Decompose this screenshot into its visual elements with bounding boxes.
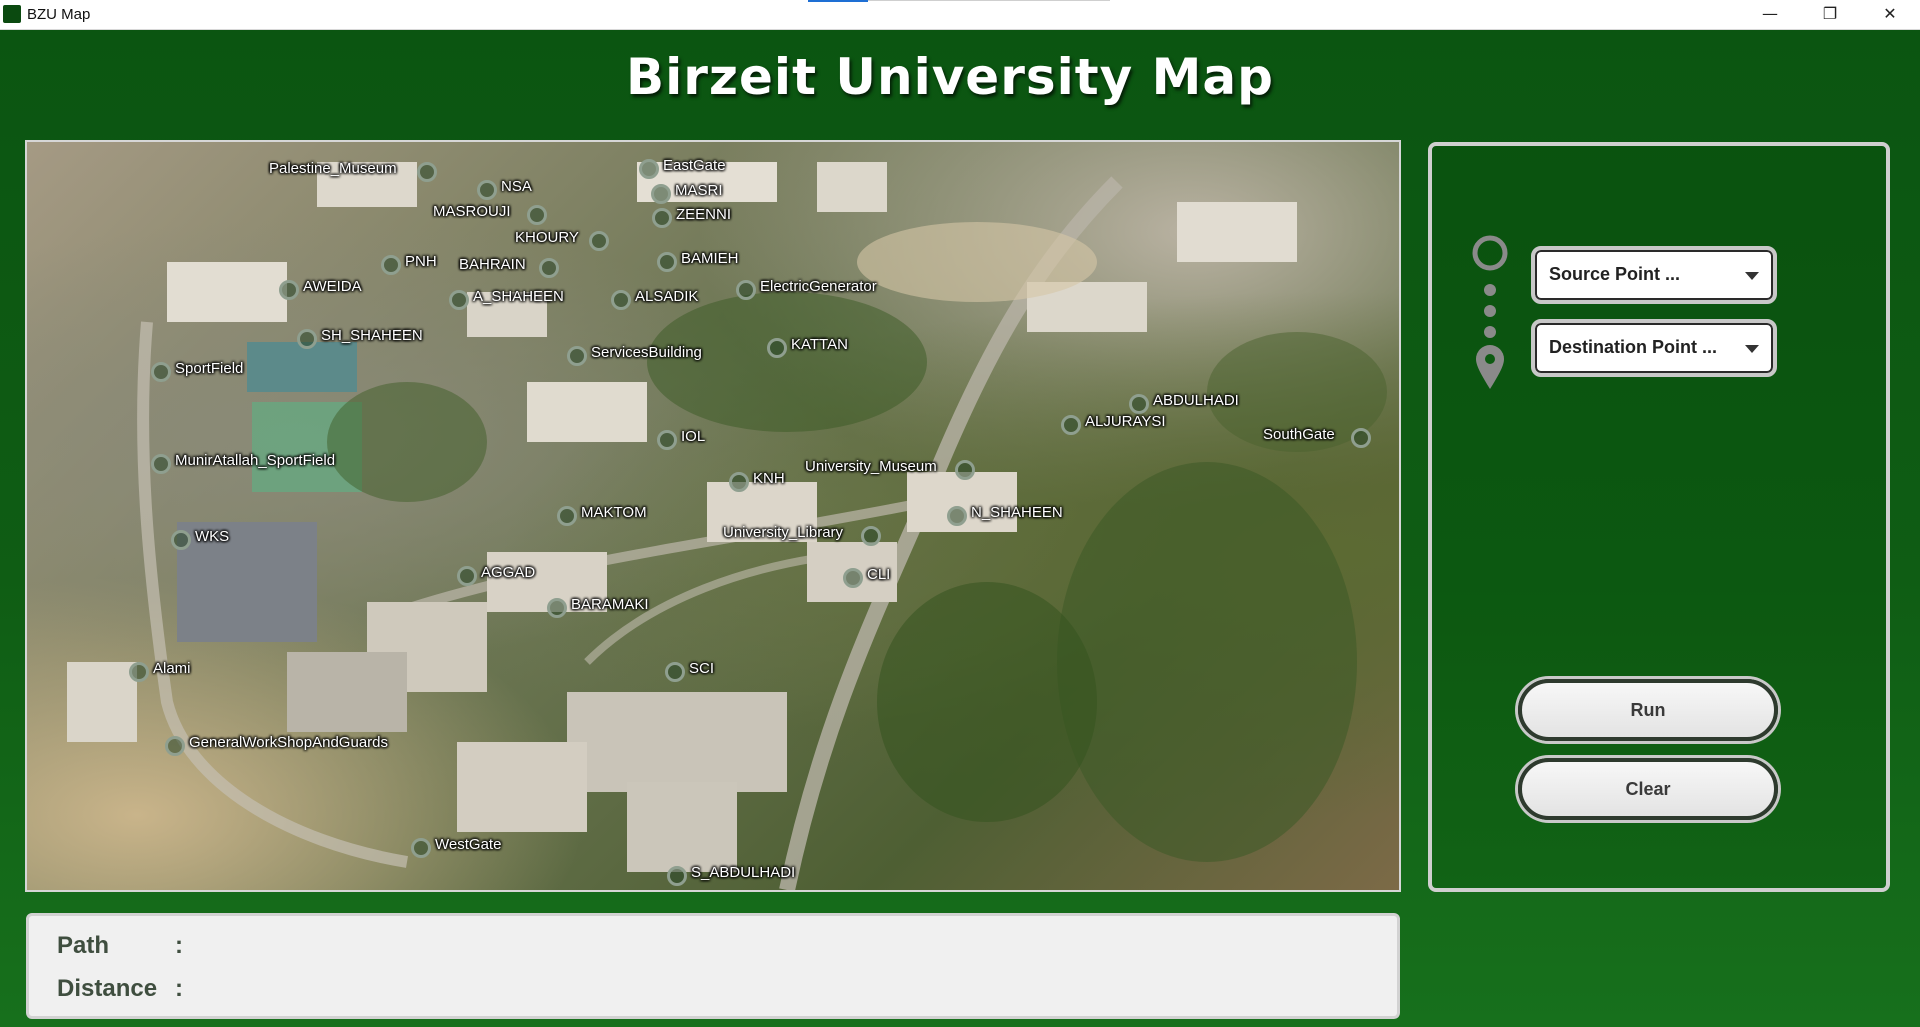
location-pin-icon [736,280,756,300]
location-pin-icon [651,184,671,204]
location-pin-icon [449,290,469,310]
run-button[interactable]: Run [1518,679,1778,741]
location-pin-icon [861,526,881,546]
distance-row: Distance: [57,975,195,1003]
destination-point-placeholder: Destination Point ... [1549,337,1718,357]
location-pin-icon [279,280,299,300]
path-separator: : [175,932,183,959]
location-pin-icon [381,255,401,275]
location-pin-icon [729,472,749,492]
location-pin-icon [955,460,975,480]
path-label: Path [57,932,110,959]
location-pin-icon [767,338,787,358]
window-titlebar: BZU Map — ❐ ✕ [0,0,1920,30]
location-pin-icon [477,180,497,200]
location-pin-icon [1351,428,1371,448]
location-pin-icon [657,430,677,450]
location-pin-icon [171,530,191,550]
location-pin-icon [1061,415,1081,435]
location-pin-icon [165,736,185,756]
route-icon [1472,235,1508,389]
campus-map[interactable]: Palestine_Museum NSA EastGate MASRI MASR… [25,140,1401,892]
titlebar-accent [808,0,868,2]
location-pin-icon [639,159,659,179]
location-pin-icon [539,258,559,278]
titlebar-divider [868,0,1110,1]
clear-button[interactable]: Clear [1518,758,1778,820]
location-pin-icon [611,290,631,310]
location-pin-icon [947,506,967,526]
app-title: Birzeit University Map [626,48,1274,106]
location-pin-icon [652,208,672,228]
location-pin-icon [843,568,863,588]
path-row: Path: [57,932,195,960]
location-pin-icon [457,566,477,586]
location-pin-icon [667,866,687,886]
location-pin-icon [1129,394,1149,414]
location-pin-icon [417,162,437,182]
distance-label: Distance [57,975,158,1002]
location-pin-icon [411,838,431,858]
location-pin-icon [557,506,577,526]
location-pin-icon [151,362,171,382]
location-pin-icon [547,598,567,618]
source-point-placeholder: Source Point ... [1549,264,1681,284]
location-pin-icon [129,662,149,682]
location-pin-icon [297,329,317,349]
location-pin-icon [527,205,547,225]
window-title: BZU Map [27,6,91,23]
location-pin-icon [589,231,609,251]
destination-point-dropdown[interactable]: Destination Point ... [1531,319,1777,377]
source-point-dropdown[interactable]: Source Point ... [1531,246,1777,304]
location-pin-icon [151,454,171,474]
location-pin-icon [567,346,587,366]
location-pin-icon [665,662,685,682]
minimize-icon[interactable]: — [1740,0,1800,29]
result-panel: Path: Distance: [26,913,1400,1019]
chevron-down-icon [1745,345,1759,353]
chevron-down-icon [1745,272,1759,280]
maximize-icon[interactable]: ❐ [1800,0,1860,29]
tree-icon [3,5,21,23]
close-icon[interactable]: ✕ [1860,0,1920,29]
location-pin-icon [657,252,677,272]
distance-separator: : [175,975,183,1002]
